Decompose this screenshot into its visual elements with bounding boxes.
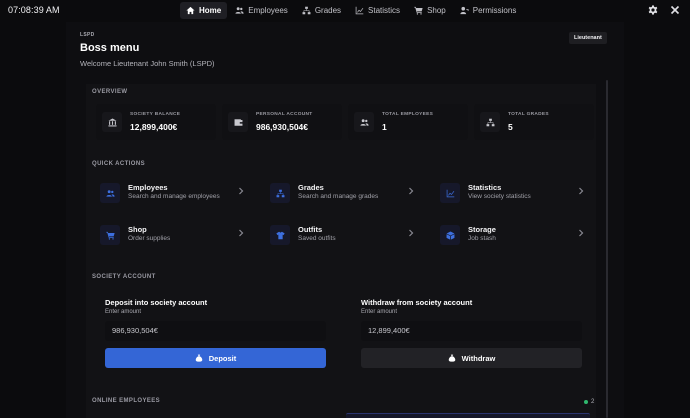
quick-action-employees[interactable]: Employees Search and manage employees	[88, 178, 248, 208]
chevron-right-icon	[239, 229, 244, 237]
withdraw-hint: Enter amount	[361, 309, 398, 315]
chevron-right-icon	[409, 187, 414, 195]
nav-employees[interactable]: Employees	[229, 2, 294, 19]
people-icon	[235, 7, 244, 14]
stat-value: 5	[508, 122, 513, 132]
scrollbar[interactable]	[606, 80, 608, 418]
online-status-dot	[584, 400, 588, 404]
stat-label: TOTAL EMPLOYEES	[382, 112, 434, 117]
nav-shop-label: Shop	[427, 6, 446, 15]
people-icon	[105, 189, 115, 197]
online-count-value: 2	[591, 399, 595, 405]
overview-label: OVERVIEW	[92, 89, 128, 95]
quick-action-subtitle: View society statistics	[468, 193, 531, 200]
stat-total-grades: TOTAL GRADES 5	[474, 104, 594, 140]
chevron-right-icon	[239, 187, 244, 195]
quick-action-outfits[interactable]: Outfits Saved outfits	[258, 220, 418, 250]
hierarchy-icon	[486, 118, 494, 126]
quick-action-title: Grades	[298, 183, 324, 192]
welcome-text: Welcome Lieutenant John Smith (LSPD)	[80, 59, 215, 68]
quick-action-subtitle: Job stash	[468, 235, 496, 242]
deposit-button-label: Deposit	[208, 353, 237, 363]
quick-action-grades[interactable]: Grades Search and manage grades	[258, 178, 418, 208]
stat-society-balance: SOCIETY BALANCE 12,899,400€	[96, 104, 216, 140]
home-icon	[186, 6, 195, 15]
chevron-right-icon	[579, 187, 584, 195]
shirt-icon	[275, 231, 285, 239]
withdraw-amount-input[interactable]: 12,899,400€	[361, 321, 582, 341]
quick-action-statistics[interactable]: Statistics View society statistics	[428, 178, 588, 208]
money-bag-icon	[448, 354, 455, 362]
quick-action-subtitle: Search and manage grades	[298, 193, 379, 200]
quick-action-title: Shop	[128, 225, 147, 234]
online-count: 2	[584, 399, 594, 405]
main-nav: Home Employees Grades Statistics Shop Pe…	[180, 2, 522, 19]
hierarchy-icon	[302, 6, 311, 15]
nav-statistics-label: Statistics	[368, 6, 401, 15]
chart-icon	[355, 6, 364, 15]
nav-home-label: Home	[199, 6, 222, 15]
department-label: LSPD	[80, 32, 95, 38]
quick-action-subtitle: Order supplies	[128, 235, 171, 242]
withdraw-title: Withdraw from society account	[361, 298, 473, 307]
top-bar: 07:08:39 AM Home Employees Grades Statis…	[0, 0, 690, 22]
nav-grades-label: Grades	[314, 6, 342, 15]
stat-value: 1	[382, 122, 387, 132]
chart-icon	[446, 189, 454, 197]
withdraw-button-label: Withdraw	[461, 353, 496, 363]
close-icon[interactable]	[670, 5, 680, 15]
quick-action-title: Storage	[468, 225, 496, 234]
stat-label: SOCIETY BALANCE	[130, 112, 181, 117]
deposit-amount-input[interactable]: 986,930,504€	[105, 321, 326, 341]
online-employees-label: ONLINE EMPLOYEES	[92, 398, 161, 404]
stat-label: TOTAL GRADES	[508, 112, 549, 117]
nav-home[interactable]: Home	[180, 2, 228, 19]
quick-actions-label: QUICK ACTIONS	[92, 161, 145, 167]
deposit-button[interactable]: Deposit	[105, 348, 326, 368]
nav-statistics[interactable]: Statistics	[349, 2, 406, 19]
cart-icon	[414, 6, 423, 15]
stat-total-employees: TOTAL EMPLOYEES 1	[348, 104, 468, 140]
quick-action-storage[interactable]: Storage Job stash	[428, 220, 588, 250]
nav-permissions[interactable]: Permissions	[454, 2, 523, 19]
quick-action-subtitle: Search and manage employees	[128, 193, 220, 200]
wallet-icon	[234, 118, 242, 126]
deposit-hint: Enter amount	[105, 309, 142, 315]
page-title: Boss menu	[80, 42, 140, 54]
withdraw-button[interactable]: Withdraw	[361, 348, 582, 368]
stat-value: 12,899,400€	[130, 122, 178, 132]
stat-personal-account: PERSONAL ACCOUNT 986,930,504€	[222, 104, 342, 140]
society-account-label: SOCIETY ACCOUNT	[92, 274, 156, 280]
stat-label: PERSONAL ACCOUNT	[256, 112, 313, 117]
nav-grades[interactable]: Grades	[296, 2, 347, 19]
quick-action-title: Statistics	[468, 183, 502, 192]
deposit-title: Deposit into society account	[105, 298, 208, 307]
nav-shop[interactable]: Shop	[408, 2, 452, 19]
online-employee-card[interactable]	[346, 413, 590, 418]
box-icon	[446, 231, 454, 240]
quick-action-subtitle: Saved outfits	[298, 235, 336, 242]
stat-value: 986,930,504€	[256, 122, 308, 132]
people-icon	[359, 118, 369, 126]
gear-icon[interactable]	[648, 5, 658, 15]
bank-icon	[107, 117, 117, 126]
user-key-icon	[460, 6, 469, 15]
rank-badge: Lieutenant	[569, 32, 607, 44]
nav-employees-label: Employees	[248, 6, 288, 15]
chevron-right-icon	[409, 229, 414, 237]
money-bag-icon	[195, 354, 203, 362]
nav-permissions-label: Permissions	[472, 6, 517, 15]
chevron-right-icon	[579, 229, 584, 237]
quick-action-title: Employees	[128, 183, 168, 192]
hierarchy-icon	[276, 189, 284, 197]
cart-icon	[105, 231, 115, 240]
clock: 07:08:39 AM	[8, 5, 60, 15]
quick-action-shop[interactable]: Shop Order supplies	[88, 220, 248, 250]
quick-action-title: Outfits	[298, 225, 323, 234]
